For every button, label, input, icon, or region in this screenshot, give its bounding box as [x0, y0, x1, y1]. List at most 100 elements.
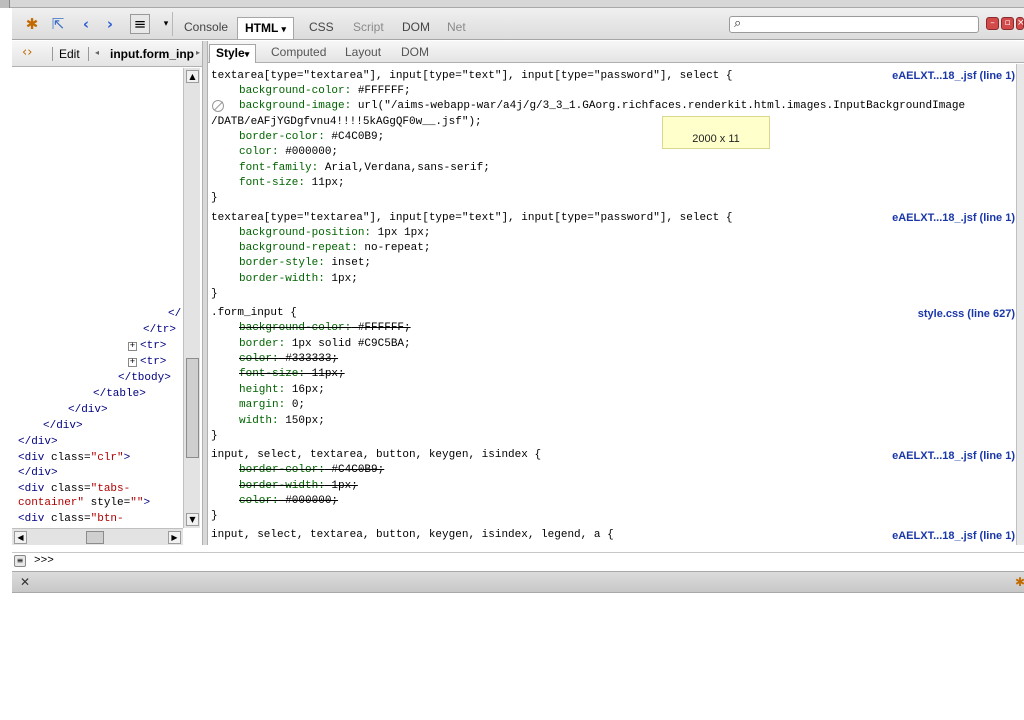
css-property[interactable]: color: #000000;: [239, 145, 338, 160]
css-property-overridden[interactable]: color: #333333;: [239, 352, 338, 367]
property-name: border-width:: [239, 273, 325, 285]
tag-end: >: [143, 497, 151, 509]
expand-icon[interactable]: +: [128, 342, 137, 351]
search-input[interactable]: ⌕: [729, 16, 979, 33]
css-property[interactable]: background-position: 1px 1px;: [239, 226, 430, 241]
html-tree-vertical-scrollbar[interactable]: ▲ ▼: [183, 68, 200, 528]
css-property-overridden[interactable]: border-color: #C4C0B9;: [239, 463, 384, 478]
breadcrumb[interactable]: input.form_inp: [110, 47, 194, 61]
css-panel-scrollbar[interactable]: [1016, 64, 1024, 545]
source-link[interactable]: eAELXT...18_.jsf (line 1): [892, 70, 1015, 82]
css-property[interactable]: font-size: 11px;: [239, 176, 345, 191]
css-property[interactable]: background-repeat: no-repeat;: [239, 241, 430, 256]
css-selector[interactable]: .form_input {: [211, 306, 297, 321]
tab-layout[interactable]: Layout: [339, 44, 387, 63]
scroll-right-icon[interactable]: ▶: [168, 531, 181, 544]
firebug-status-icon[interactable]: ✱: [1015, 575, 1024, 589]
scroll-left-icon[interactable]: ◀: [14, 531, 27, 544]
tree-node[interactable]: </div>: [18, 434, 58, 450]
source-link[interactable]: eAELXT...18_.jsf (line 1): [892, 212, 1015, 224]
tree-node[interactable]: </t: [168, 306, 182, 322]
command-editor-icon[interactable]: ≡: [14, 555, 26, 567]
attr-value: "": [130, 497, 144, 509]
tree-node[interactable]: <div class="clr">: [18, 450, 130, 466]
breadcrumb-right-icon[interactable]: ▸: [196, 48, 200, 57]
top-scrollbar[interactable]: [0, 0, 1024, 8]
css-property[interactable]: background-color: #FFFFFF;: [239, 84, 411, 99]
tree-node[interactable]: </table>: [93, 386, 146, 402]
source-link[interactable]: eAELXT...18_.jsf (line 1): [892, 530, 1015, 542]
tree-node[interactable]: + <tr>: [128, 354, 166, 370]
html-tree-horizontal-scrollbar[interactable]: ◀ ▶: [12, 528, 183, 545]
tree-node-continuation[interactable]: container" style="">: [18, 495, 150, 511]
css-property[interactable]: font-family: Arial,Verdana,sans-serif;: [239, 161, 490, 176]
css-selector[interactable]: textarea[type="textarea"], input[type="t…: [211, 211, 733, 226]
css-property[interactable]: background-image: url("/aims-webapp-war/…: [239, 99, 965, 114]
tab-script[interactable]: Script: [346, 17, 391, 39]
forward-arrow-icon[interactable]: ›: [100, 14, 120, 34]
search-icon: ⌕: [734, 16, 742, 31]
inspect-icon[interactable]: ‹›: [22, 45, 32, 60]
tab-console[interactable]: Console: [177, 17, 235, 39]
detach-icon[interactable]: ▫: [1001, 17, 1014, 30]
inspect-element-icon[interactable]: ⇱: [48, 14, 68, 34]
tab-dom[interactable]: DOM: [395, 17, 437, 39]
css-property[interactable]: border-width: 1px;: [239, 272, 358, 287]
tree-node[interactable]: <div class="btn-: [18, 511, 124, 527]
scrollbar-thumb[interactable]: [86, 531, 104, 544]
css-selector[interactable]: input, select, textarea, button, keygen,…: [211, 528, 614, 543]
back-arrow-icon[interactable]: ‹: [76, 14, 96, 34]
source-link[interactable]: eAELXT...18_.jsf (line 1): [892, 450, 1015, 462]
close-icon[interactable]: ×: [1016, 17, 1024, 30]
attr-value: "btn-: [90, 513, 124, 525]
list-menu-icon[interactable]: ≡: [130, 14, 150, 34]
expand-icon[interactable]: +: [128, 358, 137, 367]
property-name: color:: [239, 146, 279, 158]
edit-button[interactable]: Edit: [59, 47, 80, 61]
css-property-overridden[interactable]: color: #000000;: [239, 494, 338, 509]
tab-style[interactable]: Style▾: [209, 44, 257, 63]
tab-computed[interactable]: Computed: [265, 44, 332, 63]
property-value: #000000;: [278, 146, 339, 158]
tree-node[interactable]: </div>: [18, 465, 58, 481]
css-property-overridden[interactable]: font-size: 11px;: [239, 367, 345, 382]
css-property[interactable]: height: 16px;: [239, 383, 325, 398]
css-property-continuation[interactable]: /DATB/eAFjYGDgfvnu4!!!!5kAGgQF0w__.jsf")…: [211, 115, 482, 130]
css-property[interactable]: width: 150px;: [239, 414, 325, 429]
tab-net[interactable]: Net: [440, 17, 473, 39]
tab-html[interactable]: HTML ▾: [237, 17, 294, 39]
css-selector[interactable]: input, select, textarea, button, keygen,…: [211, 448, 541, 463]
tree-node[interactable]: + <tr>: [128, 338, 166, 354]
css-property-overridden[interactable]: border-width: 1px;: [239, 479, 358, 494]
top-scrollbar-thumb[interactable]: [0, 0, 10, 8]
tag-open: <div: [18, 452, 52, 464]
tree-node[interactable]: </tr>: [143, 322, 176, 338]
tree-node[interactable]: </div>: [43, 418, 83, 434]
scrollbar-thumb[interactable]: [186, 358, 199, 458]
css-property[interactable]: border-color: #C4C0B9;: [239, 130, 384, 145]
minimize-icon[interactable]: –: [986, 17, 999, 30]
tree-node[interactable]: </tbody>: [118, 370, 171, 386]
tab-css[interactable]: CSS: [302, 17, 341, 39]
scroll-down-icon[interactable]: ▼: [186, 513, 199, 526]
css-property[interactable]: border-style: inset;: [239, 256, 371, 271]
breadcrumb-left-icon[interactable]: ◂: [95, 48, 99, 57]
firebug-bug-icon[interactable]: ✱: [22, 14, 42, 34]
property-value: #FFFFFF;: [351, 322, 411, 334]
source-link[interactable]: style.css (line 627): [918, 308, 1015, 320]
css-property[interactable]: border: 1px solid #C9C5BA;: [239, 337, 411, 352]
tree-node[interactable]: </div>: [68, 402, 108, 418]
css-property[interactable]: margin: 0;: [239, 398, 305, 413]
scroll-up-icon[interactable]: ▲: [186, 70, 199, 83]
css-selector[interactable]: textarea[type="textarea"], input[type="t…: [211, 69, 733, 84]
dropdown-arrow-icon[interactable]: ▾: [156, 14, 176, 34]
property-name: width:: [239, 415, 279, 427]
property-value: 0;: [285, 399, 306, 411]
css-property-overridden[interactable]: background-color: #FFFFFF;: [239, 321, 411, 336]
command-line[interactable]: ≡ >>>: [12, 552, 1024, 570]
status-bar: ✕ ✱: [12, 571, 1024, 593]
disabled-property-icon[interactable]: [212, 100, 224, 112]
close-icon[interactable]: ✕: [20, 575, 30, 589]
property-value: #000000;: [278, 495, 339, 507]
tab-side-dom[interactable]: DOM: [395, 44, 435, 63]
